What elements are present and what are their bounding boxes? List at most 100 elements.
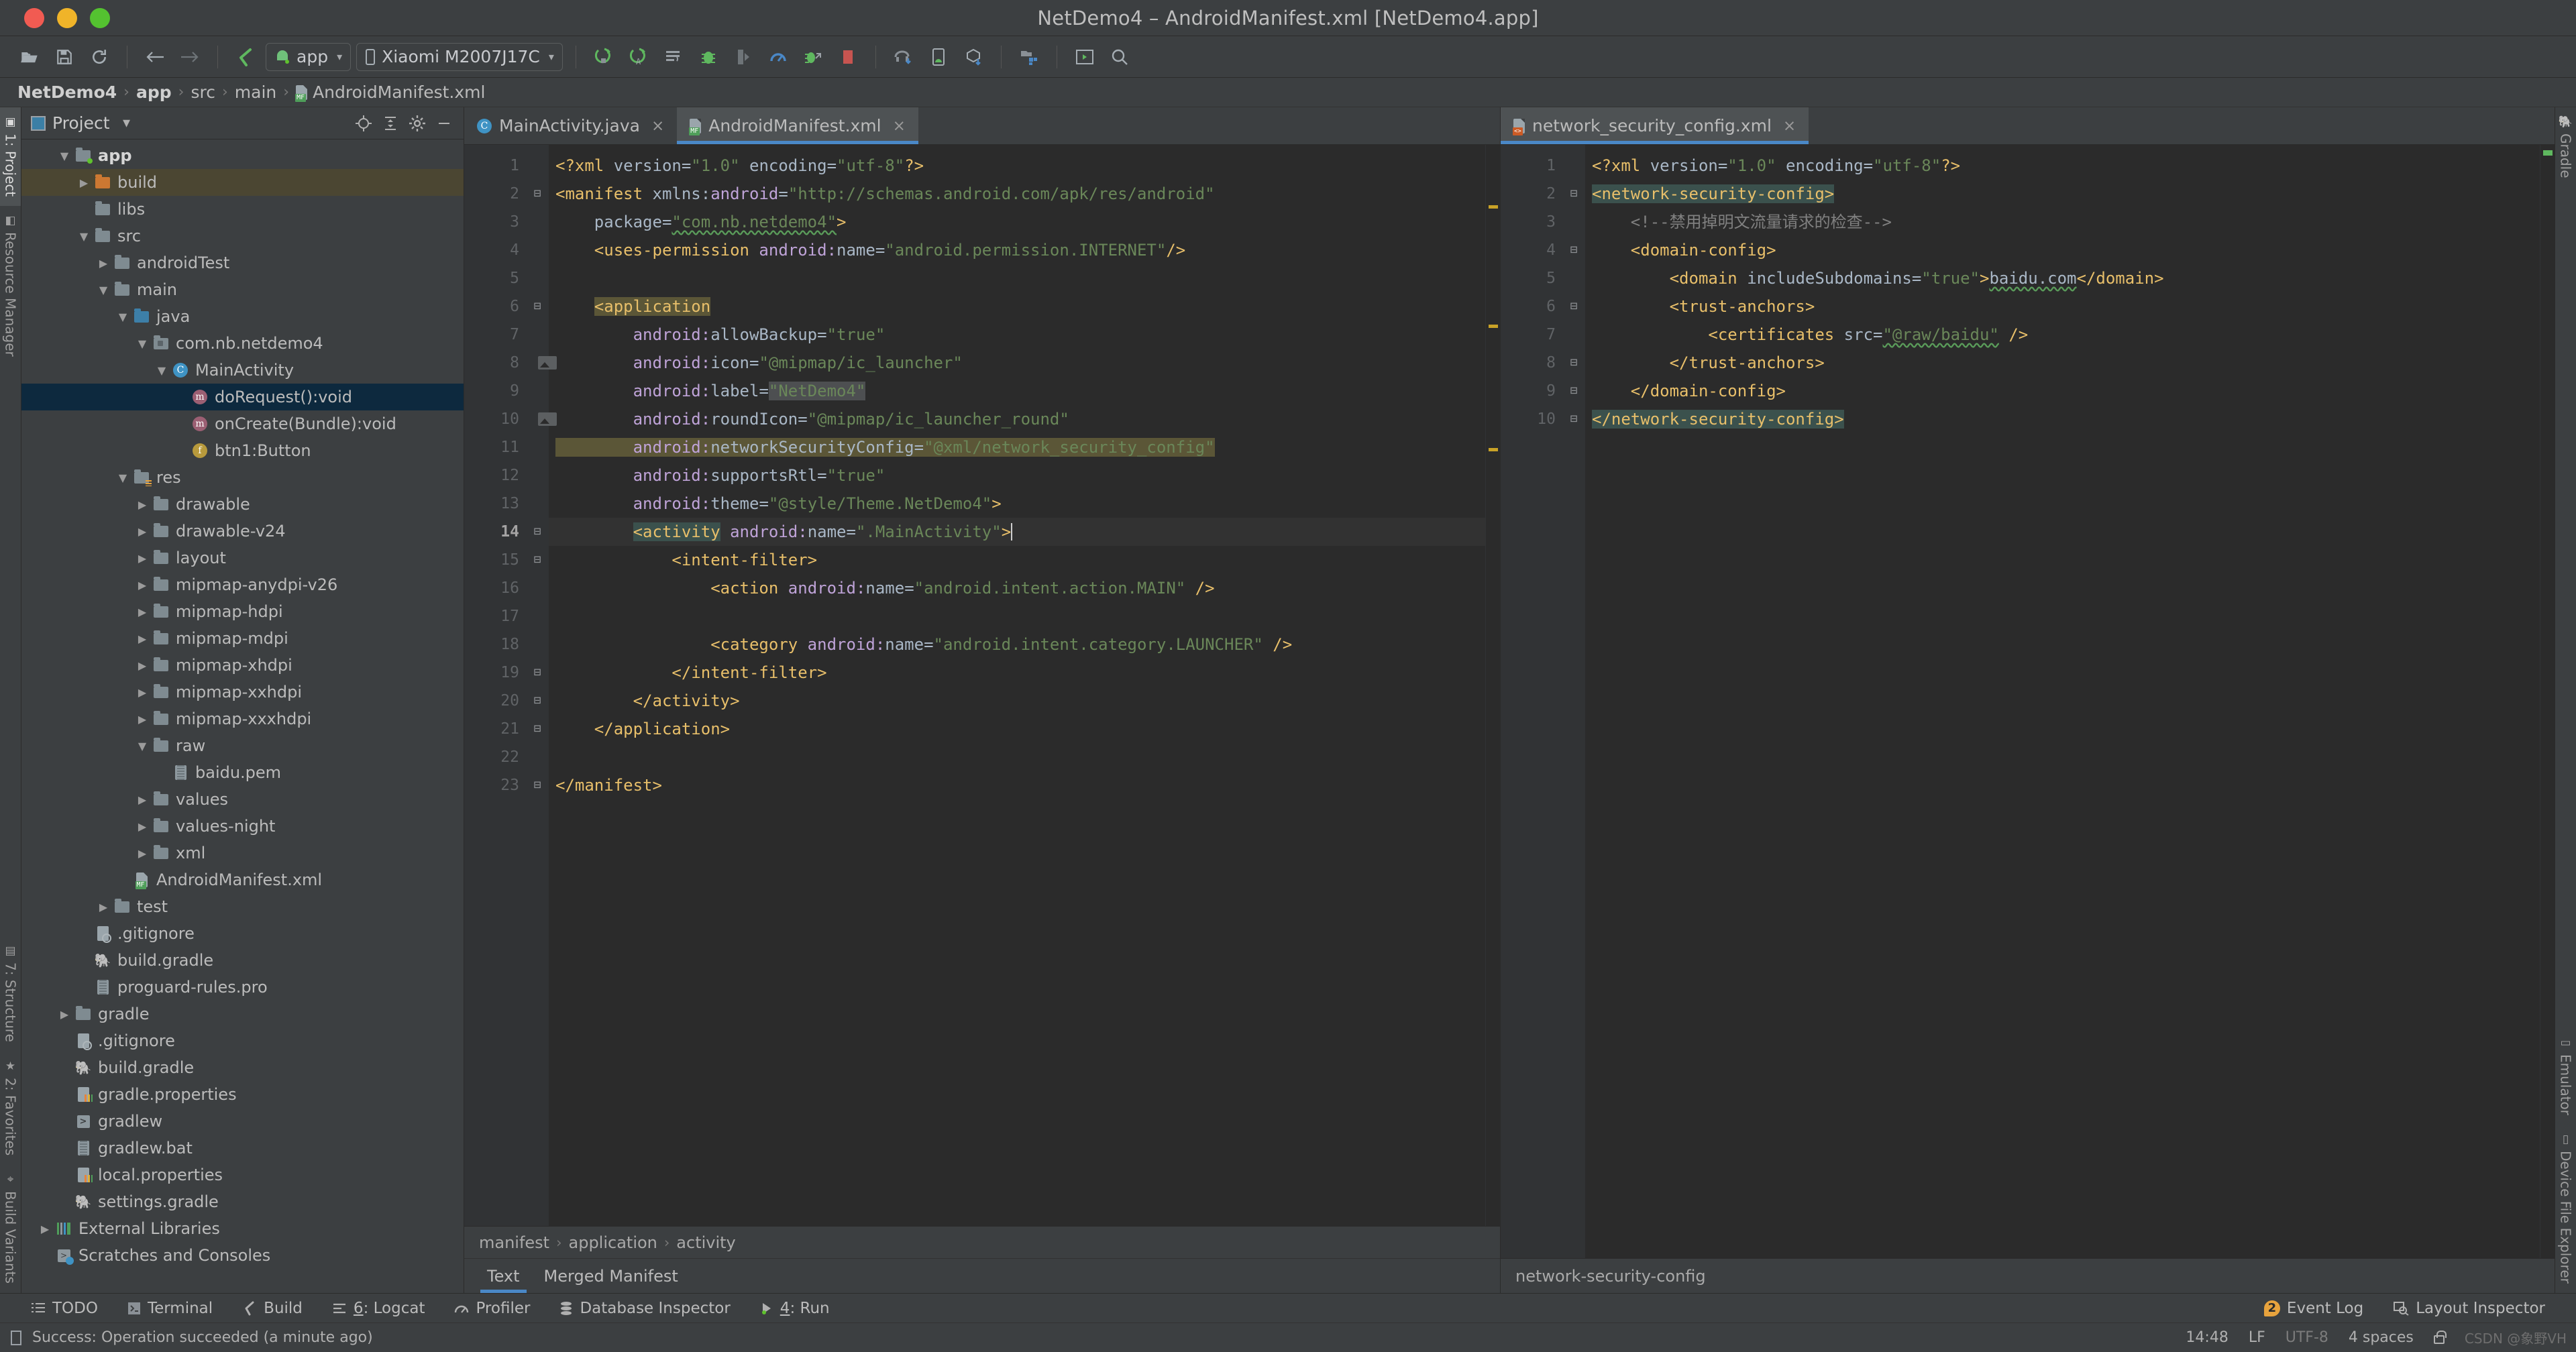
tree-item[interactable]: ▶gradle.properties — [21, 1081, 464, 1108]
code-line[interactable]: </network-security-config> — [1585, 405, 2540, 433]
marker-bar-left[interactable] — [1485, 145, 1500, 1226]
code-line[interactable]: <action android:name="android.intent.act… — [549, 574, 1485, 602]
unlocked-icon[interactable] — [2433, 1330, 2447, 1344]
profiler-icon[interactable] — [763, 42, 793, 72]
code-line[interactable]: android:allowBackup="true" — [549, 321, 1485, 349]
code-fold-marker[interactable] — [526, 264, 549, 292]
tree-item[interactable]: ▶ mipmap-xxhdpi — [21, 679, 464, 706]
tree-twisty[interactable]: ▶ — [36, 1223, 54, 1235]
code-fold-marker[interactable]: ⊟ — [1562, 180, 1585, 208]
apply-code-changes-icon[interactable] — [798, 42, 828, 72]
tree-item[interactable]: ▶ build — [21, 169, 464, 196]
code-line[interactable]: <?xml version="1.0" encoding="utf-8"?> — [1585, 152, 2540, 180]
code-fold-marker[interactable] — [526, 321, 549, 349]
tree-item[interactable]: ▶ drawable — [21, 491, 464, 518]
sidebar-item-project[interactable]: ▣ 1: Project — [0, 107, 21, 207]
run-with-coverage-icon[interactable]: A — [624, 42, 653, 72]
marker-warning-3[interactable] — [1489, 448, 1498, 451]
code-line[interactable]: android:icon="@mipmap/ic_launcher" — [549, 349, 1485, 377]
tree-item[interactable]: ▶MFAndroidManifest.xml — [21, 866, 464, 893]
code-fold-marker[interactable]: ⊟ — [1562, 405, 1585, 433]
breadcrumb-item-2[interactable]: src — [185, 82, 221, 102]
code-fold-marker[interactable]: ⊟ — [526, 292, 549, 321]
tree-item[interactable]: ▼ raw — [21, 732, 464, 759]
tree-twisty[interactable]: ▼ — [114, 311, 131, 323]
code-fold-marker[interactable]: ⊟ — [526, 715, 549, 743]
code-fold-column-left[interactable]: ⊟ ⊟ ⊟ ⊟ ⊟ ⊟ ⊟ ⊟ — [526, 145, 549, 1226]
code-line[interactable]: android:roundIcon="@mipmap/ic_launcher_r… — [549, 405, 1485, 433]
close-window-button[interactable] — [24, 7, 44, 28]
module-selector[interactable]: app ▾ — [266, 42, 352, 71]
breadcrumb-item-0[interactable]: NetDemo4 — [12, 82, 122, 102]
sidebar-item-emulator[interactable]: ▭ Emulator — [2555, 1028, 2576, 1125]
code-fold-marker[interactable]: ⊟ — [526, 518, 549, 546]
code-fold-marker[interactable] — [526, 377, 549, 405]
tree-item[interactable]: ▶fbtn1:Button — [21, 437, 464, 464]
sidebar-item-favorites[interactable]: ★ 2: Favorites — [0, 1052, 21, 1165]
code-fold-marker[interactable] — [526, 433, 549, 461]
tree-item[interactable]: ▶🐘settings.gradle — [21, 1188, 464, 1215]
code-line[interactable]: <manifest xmlns:android="http://schemas.… — [549, 180, 1485, 208]
tree-item[interactable]: ▶.gitignore — [21, 920, 464, 947]
tree-twisty[interactable]: ▶ — [75, 176, 93, 189]
bottom-item-logcat[interactable]: 6: Logcat — [317, 1300, 440, 1317]
tree-twisty[interactable]: ▶ — [133, 847, 151, 860]
bottom-item-run[interactable]: 4: Run — [745, 1300, 845, 1317]
code-line[interactable]: </activity> — [549, 687, 1485, 715]
tree-item[interactable]: ▶proguard-rules.pro — [21, 974, 464, 1001]
tab-merged-manifest-view[interactable]: Merged Manifest — [532, 1259, 690, 1293]
tree-twisty[interactable]: ▶ — [133, 498, 151, 511]
tree-twisty[interactable]: ▶ — [133, 552, 151, 565]
tree-twisty[interactable]: ▶ — [133, 686, 151, 699]
tree-twisty[interactable]: ▶ — [133, 820, 151, 833]
tree-item[interactable]: ▼ res — [21, 464, 464, 491]
project-view-chevron-down-icon[interactable]: ▾ — [117, 113, 137, 133]
code-line[interactable]: <domain-config> — [1585, 236, 2540, 264]
settings-gear-icon[interactable] — [407, 113, 427, 133]
code-fold-column-right[interactable]: ⊟ ⊟ ⊟ ⊟ ⊟ ⊟ — [1562, 145, 1585, 1258]
tree-item[interactable]: ▼ main — [21, 276, 464, 303]
code-fold-marker[interactable] — [1562, 208, 1585, 236]
code-line[interactable]: package="com.nb.netdemo4"> — [549, 208, 1485, 236]
tree-item[interactable]: ▶baidu.pem — [21, 759, 464, 786]
window-controls[interactable] — [0, 7, 110, 28]
tree-item[interactable]: ▶ xml — [21, 840, 464, 866]
tree-twisty[interactable]: ▼ — [114, 471, 131, 484]
marker-warning-1[interactable] — [1489, 205, 1498, 209]
code-fold-marker[interactable] — [526, 490, 549, 518]
code-line[interactable]: android:label="NetDemo4" — [549, 377, 1485, 405]
tree-item[interactable]: ▶🐘build.gradle — [21, 1054, 464, 1081]
sidebar-item-gradle[interactable]: 🐘 Gradle — [2555, 107, 2576, 188]
bottom-item-build[interactable]: Build — [227, 1300, 317, 1317]
tree-item[interactable]: ▶ layout — [21, 545, 464, 571]
bottom-item-terminal[interactable]: Terminal — [113, 1300, 227, 1317]
project-structure-icon[interactable] — [1014, 42, 1044, 72]
tree-twisty[interactable]: ▶ — [95, 901, 112, 913]
debug-icon[interactable] — [694, 42, 723, 72]
line-number-gutter-left[interactable]: 1 2 3 4 5 6 7 8 9 10 11 12 13 14 15 16 17 18 19 20 21 22 23 — [464, 145, 557, 1226]
status-indent[interactable]: 4 spaces — [2349, 1329, 2414, 1346]
attach-debugger-icon[interactable] — [729, 42, 758, 72]
code-line[interactable]: <uses-permission android:name="android.p… — [549, 236, 1485, 264]
code-fold-marker[interactable] — [1562, 152, 1585, 180]
tree-item[interactable]: ▶ values — [21, 786, 464, 813]
tab-androidmanifest-xml[interactable]: MF AndroidManifest.xml × — [677, 107, 918, 144]
make-project-icon[interactable] — [231, 42, 260, 72]
tab-close-icon-0[interactable]: × — [651, 117, 664, 135]
minimize-window-button[interactable] — [57, 7, 77, 28]
code-line[interactable]: android:theme="@style/Theme.NetDemo4"> — [549, 490, 1485, 518]
code-editor-right[interactable]: 1 2 3 4 5 6 7 8 9 10 ⊟ ⊟ ⊟ ⊟ ⊟ ⊟ <?xml version="1.0" e… — [1501, 145, 2555, 1258]
marker-bar-right[interactable] — [2540, 145, 2555, 1258]
tab-close-icon-right-0[interactable]: × — [1783, 117, 1796, 135]
tree-item[interactable]: ▶ androidTest — [21, 249, 464, 276]
code-fold-marker[interactable] — [526, 574, 549, 602]
line-number-gutter-right[interactable]: 1 2 3 4 5 6 7 8 9 10 — [1501, 145, 1562, 1258]
code-line[interactable]: <network-security-config> — [1585, 180, 2540, 208]
sdk-manager-icon[interactable] — [959, 42, 988, 72]
open-folder-icon[interactable] — [15, 42, 44, 72]
tree-item[interactable]: ▶mdoRequest():void — [21, 384, 464, 410]
code-fold-marker[interactable] — [526, 461, 549, 490]
zoom-window-button[interactable] — [90, 7, 110, 28]
code-line[interactable]: <trust-anchors> — [1585, 292, 2540, 321]
code-line[interactable] — [549, 743, 1485, 771]
